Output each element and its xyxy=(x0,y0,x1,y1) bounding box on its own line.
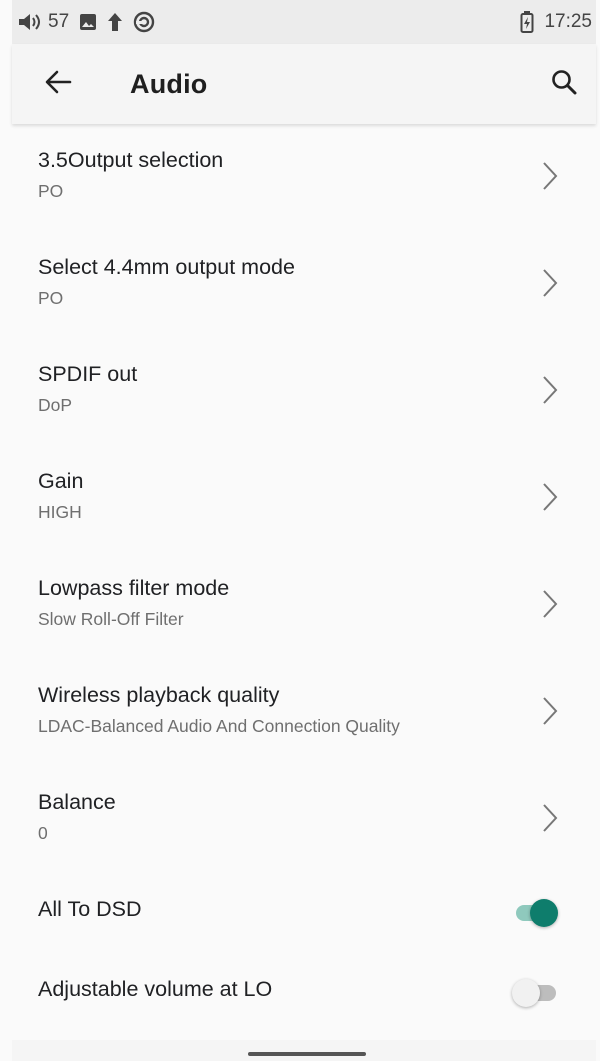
setting-value: LDAC-Balanced Audio And Connection Quali… xyxy=(38,716,400,736)
upload-icon xyxy=(107,12,123,32)
switch-thumb xyxy=(512,979,540,1007)
setting-35-output-selection[interactable]: 3.5Output selection PO xyxy=(12,124,596,231)
setting-wireless-playback-quality[interactable]: Wireless playback quality LDAC-Balanced … xyxy=(12,659,596,766)
setting-title: SPDIF out xyxy=(38,362,138,386)
all-to-dsd-switch[interactable] xyxy=(516,899,558,927)
back-button[interactable] xyxy=(28,54,88,114)
page-title: Audio xyxy=(130,68,208,99)
setting-gain[interactable]: Gain HIGH xyxy=(12,445,596,552)
setting-texts: Select 4.4mm output mode PO xyxy=(38,255,295,309)
setting-title: Gain xyxy=(38,469,84,493)
setting-title: Lowpass filter mode xyxy=(38,576,230,600)
setting-value: PO xyxy=(38,181,64,201)
search-button[interactable] xyxy=(534,54,594,114)
chevron-right-icon xyxy=(542,803,558,838)
setting-value: Slow Roll-Off Filter xyxy=(38,609,184,629)
chevron-right-icon xyxy=(542,268,558,303)
clock-text: 17:25 xyxy=(544,11,592,32)
setting-value: DoP xyxy=(38,395,73,415)
settings-list: 3.5Output selection PO Select 4.4mm outp… xyxy=(12,124,596,1033)
chevron-right-icon xyxy=(542,482,558,517)
setting-value: PO xyxy=(38,288,64,308)
setting-value: 0 xyxy=(38,823,48,843)
setting-44mm-output-mode[interactable]: Select 4.4mm output mode PO xyxy=(12,231,596,338)
setting-value: HIGH xyxy=(38,502,82,522)
setting-all-to-dsd[interactable]: All To DSD xyxy=(12,873,596,953)
setting-title: Adjustable volume at LO xyxy=(38,977,273,1001)
setting-title: Balance xyxy=(38,790,116,814)
image-icon xyxy=(79,13,97,31)
sync-icon xyxy=(133,11,155,33)
setting-texts: SPDIF out DoP xyxy=(38,362,137,416)
chevron-right-icon xyxy=(542,696,558,731)
battery-charging-icon xyxy=(520,11,534,33)
adjustable-volume-switch[interactable] xyxy=(512,979,556,1007)
setting-texts: Balance 0 xyxy=(38,790,116,844)
volume-level-text: 57 xyxy=(48,11,70,32)
navigation-bar xyxy=(12,1040,596,1061)
setting-texts: Lowpass filter mode Slow Roll-Off Filter xyxy=(38,576,229,630)
search-icon xyxy=(551,69,577,100)
chevron-right-icon xyxy=(542,589,558,624)
setting-spdif-out[interactable]: SPDIF out DoP xyxy=(12,338,596,445)
home-gesture-handle[interactable] xyxy=(248,1052,366,1056)
setting-title: Select 4.4mm output mode xyxy=(38,255,295,279)
setting-title: 3.5Output selection xyxy=(38,148,224,172)
status-bar: 57 17:25 xyxy=(12,0,596,44)
volume-icon xyxy=(18,13,44,31)
setting-adjustable-volume-lo[interactable]: Adjustable volume at LO xyxy=(12,953,596,1033)
setting-texts: Wireless playback quality LDAC-Balanced … xyxy=(38,683,400,737)
setting-lowpass-filter-mode[interactable]: Lowpass filter mode Slow Roll-Off Filter xyxy=(12,552,596,659)
setting-title: Wireless playback quality xyxy=(38,683,280,707)
chevron-right-icon xyxy=(542,375,558,410)
setting-texts: Gain HIGH xyxy=(38,469,83,523)
setting-balance[interactable]: Balance 0 xyxy=(12,766,596,873)
chevron-right-icon xyxy=(542,161,558,196)
setting-title: All To DSD xyxy=(38,897,142,921)
setting-texts: 3.5Output selection PO xyxy=(38,148,223,202)
app-bar: Audio xyxy=(12,44,596,124)
switch-thumb xyxy=(530,899,558,927)
arrow-left-icon xyxy=(44,68,72,101)
